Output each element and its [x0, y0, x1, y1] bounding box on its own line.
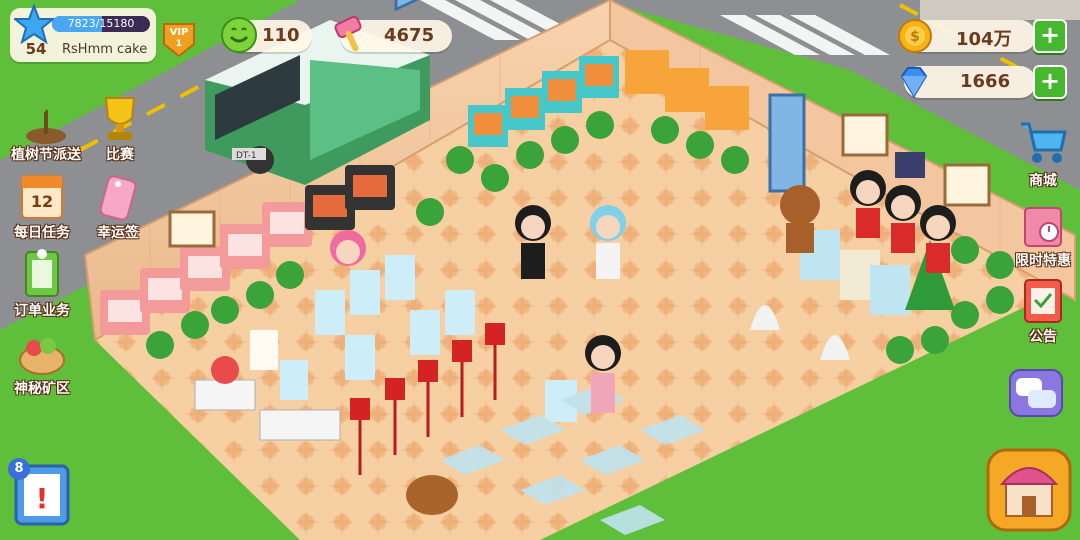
- order-clipboard-icon: [25, 249, 59, 297]
- cake-barrel: [406, 475, 458, 515]
- gold-value: 104万: [956, 29, 1012, 50]
- contest-button[interactable]: 比赛: [80, 90, 160, 163]
- mystery-mine-label: 神秘矿区: [14, 381, 70, 397]
- announcement-label: 公告: [1029, 329, 1057, 345]
- trophy-icon: [104, 97, 136, 140]
- mystery-mine-icon: [19, 338, 65, 375]
- wall-tv: [895, 152, 925, 178]
- limited-offer-label: 限时特惠: [1015, 253, 1071, 269]
- vip-label: VIP: [169, 27, 189, 38]
- gift-bag-icon: [1024, 207, 1062, 247]
- star-icon: [12, 3, 56, 45]
- wall-notice-right-1: [841, 113, 889, 157]
- vip-badge[interactable]: VIP 1: [162, 20, 196, 58]
- tree-planting-button[interactable]: 植树节派送: [6, 90, 86, 163]
- svg-text:!: !: [36, 482, 49, 515]
- calendar-day: 12: [30, 192, 54, 211]
- wall-notice-right-2: [943, 163, 991, 207]
- add-gold-button[interactable]: +: [1033, 19, 1067, 53]
- svg-text:$: $: [910, 29, 920, 45]
- diamond-value: 1666: [960, 71, 1011, 92]
- contest-label: 比赛: [106, 147, 134, 163]
- hammer-icon: [332, 14, 374, 56]
- shopping-cart-icon: [1021, 122, 1067, 163]
- lucky-tag-button[interactable]: 幸运签: [78, 168, 158, 241]
- limited-offer-button[interactable]: 限时特惠: [1008, 196, 1078, 269]
- tasks-badge: 8: [8, 458, 30, 480]
- sidewalk: [920, 0, 1080, 20]
- announcement-button[interactable]: 公告: [1008, 272, 1078, 345]
- chat-button[interactable]: [1008, 366, 1064, 420]
- bakery-shop-icon: [986, 448, 1072, 532]
- order-business-button[interactable]: 订单业务: [2, 246, 82, 319]
- bakery-build-button[interactable]: [984, 446, 1074, 534]
- diamond-icon: [894, 62, 934, 102]
- chat-bubbles-icon: [1009, 369, 1063, 417]
- order-business-label: 订单业务: [14, 303, 70, 319]
- daily-tasks-button[interactable]: 12 每日任务: [2, 168, 82, 241]
- tree-sapling-icon: [26, 95, 66, 144]
- mystery-mine-button[interactable]: 神秘矿区: [2, 324, 82, 397]
- lucky-tag-label: 幸运签: [97, 225, 139, 241]
- vip-level: 1: [175, 39, 183, 49]
- player-name: RsHmm cake: [62, 42, 148, 57]
- lucky-tag-icon: [99, 175, 137, 221]
- smiley-coin-icon: [220, 16, 258, 54]
- player-level: 54: [25, 40, 47, 58]
- xp-text: 7823/15180: [67, 17, 135, 30]
- wall-notice-left: [168, 210, 216, 248]
- add-diamond-button[interactable]: +: [1033, 65, 1067, 99]
- right-door[interactable]: [768, 93, 806, 193]
- hammer-value: 4675: [384, 25, 435, 46]
- tasks-notebook-button[interactable]: ! 8: [6, 456, 80, 530]
- daily-tasks-label: 每日任务: [14, 225, 70, 241]
- shop-button[interactable]: 商城: [1008, 116, 1078, 189]
- gold-coin-icon: $: [896, 17, 934, 55]
- tree-planting-label: 植树节派送: [11, 147, 81, 163]
- announcement-icon: [1024, 279, 1062, 323]
- green-currency-value: 110: [262, 25, 300, 46]
- truck-plate: DT-1: [236, 151, 257, 161]
- shop-label: 商城: [1029, 173, 1057, 189]
